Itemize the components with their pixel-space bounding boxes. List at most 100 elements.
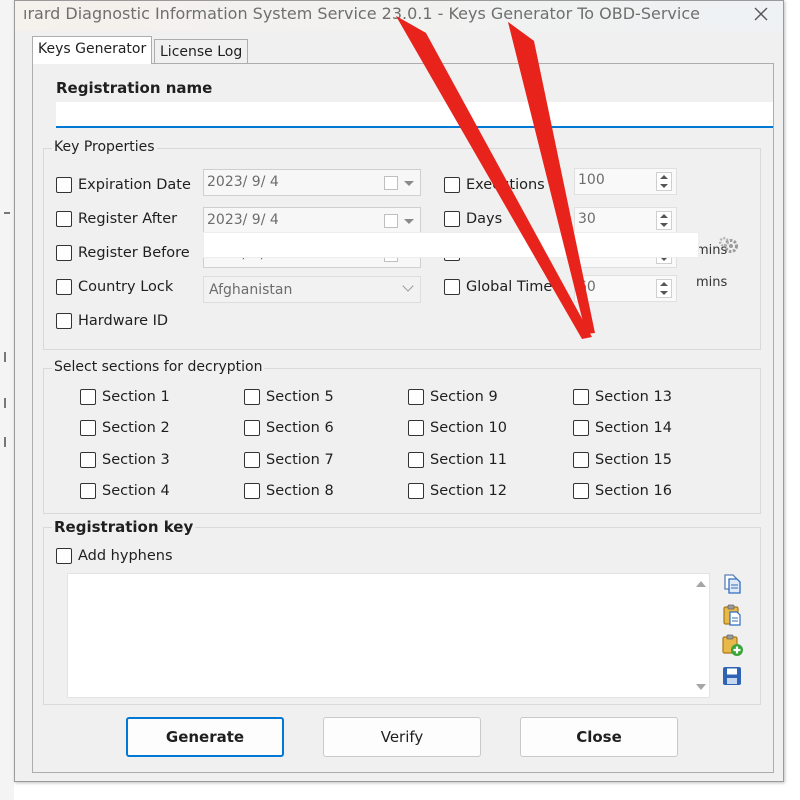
executions-checkbox[interactable]: Executions [444,177,545,193]
executions-stepper[interactable]: 100 [574,168,677,195]
section-6-checkbox[interactable]: Section 6 [244,420,334,436]
stepper-buttons[interactable] [656,211,672,230]
days-checkbox[interactable]: Days [444,211,502,227]
section-8-checkbox[interactable]: Section 8 [244,483,334,499]
checkbox-box[interactable] [56,245,72,261]
section-15-checkbox[interactable]: Section 15 [573,452,672,468]
stepper-down-icon[interactable] [660,184,668,188]
section-16-checkbox[interactable]: Section 16 [573,483,672,499]
checkbox-box[interactable] [244,452,260,468]
checkbox-box[interactable] [80,452,96,468]
checkbox-box[interactable] [444,211,460,227]
copy-key-button[interactable] [720,572,744,596]
country-select[interactable]: Afghanistan [203,276,421,303]
stepper-buttons[interactable] [656,172,672,191]
expiration-date-picker[interactable]: 2023/ 9/ 4 [203,169,421,196]
chevron-down-icon[interactable] [404,219,414,224]
checkbox-box[interactable] [80,483,96,499]
section-label: Section 10 [430,420,507,436]
checkbox-box[interactable] [80,420,96,436]
tab-license-log[interactable]: License Log [154,39,249,65]
global-time-checkbox[interactable]: Global Time [444,279,552,295]
section-13-checkbox[interactable]: Section 13 [573,389,672,405]
country-lock-checkbox[interactable]: Country Lock [56,279,173,295]
checkbox-box[interactable] [244,420,260,436]
tab-keys-generator[interactable]: Keys Generator [32,36,153,64]
stepper-down-icon[interactable] [660,223,668,227]
scroll-down-icon[interactable] [696,684,706,690]
paste-key-button[interactable] [720,603,744,627]
section-7-checkbox[interactable]: Section 7 [244,452,334,468]
section-label: Section 14 [595,420,672,436]
days-value: 30 [578,211,596,227]
sections-group: Select sections for decryption Section 1… [43,359,761,514]
title-bar[interactable]: ırard Diagnostic Information System Serv… [15,1,783,31]
close-button[interactable]: Close [520,717,678,757]
checkbox-box[interactable] [56,548,72,564]
stepper-up-icon[interactable] [660,282,668,286]
checkbox-box[interactable] [80,389,96,405]
checkbox-box[interactable] [444,279,460,295]
section-12-checkbox[interactable]: Section 12 [408,483,507,499]
scroll-up-icon[interactable] [696,581,706,587]
save-icon [723,667,741,685]
checkbox-box[interactable] [573,483,589,499]
section-14-checkbox[interactable]: Section 14 [573,420,672,436]
registration-key-scrollbar[interactable] [692,574,709,697]
verify-button[interactable]: Verify [323,717,481,757]
calendar-icon[interactable] [384,176,398,190]
register-after-picker[interactable]: 2023/ 9/ 4 [203,207,421,234]
section-2-checkbox[interactable]: Section 2 [80,420,170,436]
checkbox-box[interactable] [408,483,424,499]
registration-name-input[interactable] [56,102,773,128]
register-before-checkbox[interactable]: Register Before [56,245,190,261]
add-hyphens-checkbox[interactable]: Add hyphens [56,548,173,564]
stepper-up-icon[interactable] [660,175,668,179]
add-key-button[interactable] [720,633,744,657]
save-key-button[interactable] [720,664,744,688]
generate-button[interactable]: Generate [126,717,284,757]
checkbox-box[interactable] [444,177,460,193]
window-title: ırard Diagnostic Information System Serv… [23,4,700,23]
chevron-down-icon[interactable] [404,181,414,186]
registration-key-textarea[interactable] [67,573,710,698]
checkbox-box[interactable] [56,313,72,329]
checkbox-box[interactable] [573,389,589,405]
section-1-checkbox[interactable]: Section 1 [80,389,170,405]
checkbox-box[interactable] [408,420,424,436]
section-10-checkbox[interactable]: Section 10 [408,420,507,436]
hardware-id-checkbox[interactable]: Hardware ID [56,313,168,329]
checkbox-box[interactable] [244,483,260,499]
register-after-checkbox[interactable]: Register After [56,211,177,227]
checkbox-box[interactable] [408,452,424,468]
section-4-checkbox[interactable]: Section 4 [80,483,170,499]
registration-name-label: Registration name [56,79,213,97]
checkbox-box[interactable] [573,420,589,436]
country-select-value: Afghanistan [209,282,293,298]
global-time-stepper[interactable]: 60 [574,275,677,302]
checkbox-box[interactable] [56,211,72,227]
section-label: Section 8 [266,483,334,499]
expiration-date-checkbox[interactable]: Expiration Date [56,177,191,193]
checkbox-box[interactable] [56,177,72,193]
hardware-id-input[interactable] [203,232,699,258]
window-close-button[interactable] [737,1,783,31]
section-3-checkbox[interactable]: Section 3 [80,452,170,468]
days-stepper[interactable]: 30 [574,207,677,234]
section-11-checkbox[interactable]: Section 11 [408,452,507,468]
checkbox-box[interactable] [56,279,72,295]
checkbox-box[interactable] [573,452,589,468]
chevron-down-icon[interactable] [402,280,414,292]
checkbox-box[interactable] [408,389,424,405]
calendar-icon[interactable] [384,214,398,228]
stepper-down-icon[interactable] [660,291,668,295]
copy-icon [724,574,741,594]
section-5-checkbox[interactable]: Section 5 [244,389,334,405]
stepper-up-icon[interactable] [660,214,668,218]
stepper-buttons[interactable] [656,279,672,298]
checkbox-box[interactable] [244,389,260,405]
expiration-date-value: 2023/ 9/ 4 [207,174,279,190]
section-9-checkbox[interactable]: Section 9 [408,389,498,405]
hardware-id-generate-icon[interactable] [717,234,739,256]
section-label: Section 9 [430,389,498,405]
